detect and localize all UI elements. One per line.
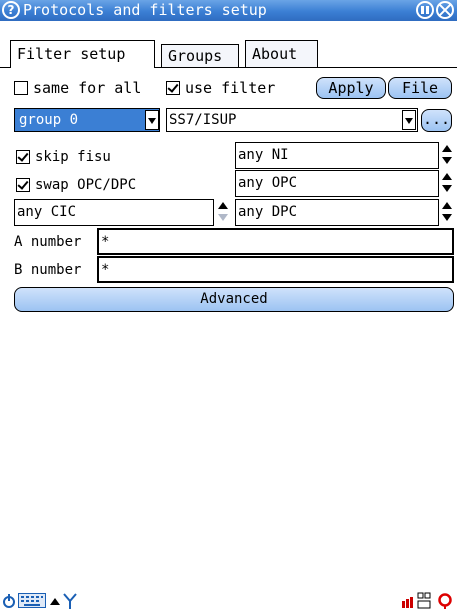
checkbox-box [14,81,28,95]
a-number-label: A number [14,234,82,250]
checkbox-box [16,178,30,192]
file-button[interactable]: File [388,77,452,99]
signal-icon [402,597,413,608]
use-filter-label: use filter [185,79,276,97]
checkbox-box [16,150,30,164]
spin-up-icon[interactable] [442,202,452,209]
skip-fisu-label: skip fisu [35,149,111,165]
swap-opc-dpc-label: swap OPC/DPC [35,177,137,193]
spin-up-icon[interactable] [218,202,228,209]
apply-button[interactable]: Apply [316,77,386,99]
protocol-dropdown-icon[interactable] [402,110,416,130]
lifebuoy-icon[interactable] [437,593,453,609]
group-select[interactable]: group 0 [14,108,160,132]
b-number-label: B number [14,262,82,278]
spin-up-icon[interactable] [442,173,452,180]
cic-field[interactable]: any CIC [14,199,214,226]
protocol-select[interactable]: SS7/ISUP [166,108,418,132]
tab-groups[interactable]: Groups [161,44,239,68]
spin-up-icon[interactable] [442,145,452,152]
same-for-all-checkbox[interactable]: same for all [14,78,141,98]
protocol-select-value: SS7/ISUP [169,112,237,128]
spin-down-icon[interactable] [442,185,452,192]
tab-divider-left [0,67,10,68]
help-icon[interactable]: ? [2,1,20,19]
status-bar [0,591,457,610]
dpc-field[interactable]: any DPC [235,199,439,226]
more-button[interactable]: ... [421,109,452,132]
antenna-icon[interactable] [63,593,77,609]
same-for-all-label: same for all [33,79,142,97]
use-filter-checkbox[interactable]: use filter [166,78,275,98]
tab-filter-setup[interactable]: Filter setup [10,40,155,68]
tab-divider [155,67,457,68]
spin-down-icon[interactable] [442,214,452,221]
tab-about[interactable]: About [245,40,318,68]
a-number-input[interactable]: * [97,228,454,255]
close-icon[interactable] [436,1,454,19]
advanced-button[interactable]: Advanced [14,287,454,312]
spin-down-icon[interactable] [442,157,452,164]
b-number-input[interactable]: * [97,256,454,283]
cic-spinner[interactable] [215,199,231,225]
dpc-spinner[interactable] [439,199,455,225]
network-icon[interactable] [417,592,431,609]
ni-field[interactable]: any NI [235,142,439,169]
window-title: Protocols and filters setup [23,1,267,19]
opc-field[interactable]: any OPC [235,170,439,197]
keyboard-icon[interactable] [18,593,46,608]
group-dropdown-icon[interactable] [145,110,159,130]
arrow-up-icon[interactable] [50,598,60,606]
spin-down-icon[interactable] [218,214,228,221]
ni-spinner[interactable] [439,142,455,168]
group-select-value: group 0 [19,112,79,128]
swap-opc-dpc-checkbox[interactable]: swap OPC/DPC [16,175,136,195]
title-bar: ? Protocols and filters setup [0,0,457,21]
skip-fisu-checkbox[interactable]: skip fisu [16,147,111,167]
opc-spinner[interactable] [439,170,455,196]
power-icon[interactable] [2,593,16,609]
minimize-icon[interactable] [416,1,434,19]
checkbox-box [166,81,180,95]
